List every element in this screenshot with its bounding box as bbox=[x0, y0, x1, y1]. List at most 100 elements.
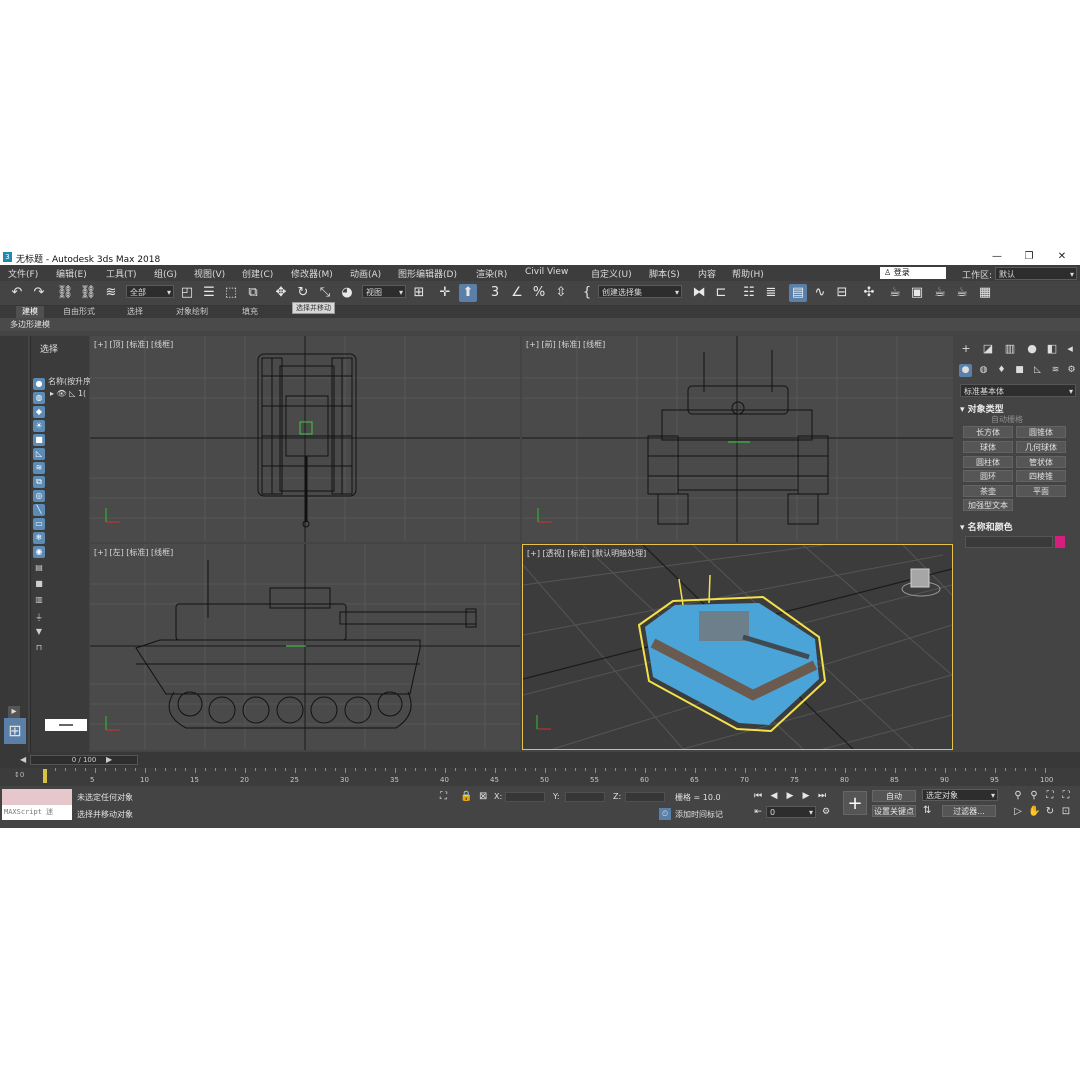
named-selection-dropdown[interactable]: 创建选择集 bbox=[598, 285, 682, 299]
geometry-icon[interactable]: ● bbox=[959, 364, 972, 377]
render-setup-icon[interactable]: ☕ bbox=[886, 284, 904, 302]
scene-explorer-toggle-icon[interactable]: ☷ bbox=[740, 284, 758, 302]
viewport-front-label[interactable]: [+] [前] [标准] [线框] bbox=[526, 339, 605, 350]
display-helpers-icon[interactable]: ◺ bbox=[33, 448, 45, 460]
key-filters-button[interactable]: 过滤器... bbox=[942, 805, 996, 817]
menu-animation[interactable]: 动画(A) bbox=[350, 267, 381, 280]
bind-space-warp-icon[interactable]: ≋ bbox=[102, 284, 120, 302]
auto-key-button[interactable]: 自动 bbox=[872, 790, 916, 802]
menu-content[interactable]: 内容 bbox=[698, 267, 716, 280]
login-dropdown[interactable]: ♙ 登录 bbox=[880, 267, 946, 279]
selected-objects-dropdown[interactable]: 选定对象 bbox=[922, 789, 998, 801]
display-shapes-icon[interactable]: ◆ bbox=[33, 406, 45, 418]
teapot-button[interactable]: 茶壶 bbox=[963, 485, 1013, 497]
link-icon[interactable]: ⛓ bbox=[56, 284, 74, 302]
viewport-perspective[interactable]: [+] [透视] [标准] [默认明暗处理] bbox=[522, 544, 953, 750]
object-name-field[interactable] bbox=[965, 536, 1053, 548]
edit-named-selection-icon[interactable]: { bbox=[578, 284, 596, 302]
menu-graph-editors[interactable]: 图形编辑器(D) bbox=[398, 267, 457, 280]
menu-rendering[interactable]: 渲染(R) bbox=[476, 267, 507, 280]
scene-row[interactable]: ▸ 👁 ◺ 1( bbox=[50, 389, 86, 398]
geosphere-button[interactable]: 几何球体 bbox=[1016, 441, 1066, 453]
display-all-icon[interactable]: ■ bbox=[33, 578, 45, 590]
display-geometry-icon[interactable]: ◍ bbox=[33, 392, 45, 404]
snaps-toggle-icon[interactable]: 3 bbox=[486, 284, 504, 302]
name-color-rollout[interactable]: ▾ 名称和颜色 bbox=[960, 520, 1076, 533]
viewport-top-label[interactable]: [+] [顶] [标准] [线框] bbox=[94, 339, 173, 350]
create-tab-icon[interactable]: + bbox=[959, 342, 973, 356]
menu-views[interactable]: 视图(V) bbox=[194, 267, 225, 280]
lock-icon[interactable]: 🔒 bbox=[460, 791, 472, 802]
orbit-icon[interactable]: ↻ bbox=[1044, 806, 1056, 818]
frame-spinner[interactable]: 0 bbox=[766, 806, 816, 818]
lights-icon[interactable]: ♦ bbox=[995, 364, 1008, 377]
funnel-icon[interactable]: ▼ bbox=[33, 626, 45, 638]
select-object-icon[interactable]: ◰ bbox=[178, 284, 196, 302]
goto-start-icon[interactable]: ⏮ bbox=[752, 790, 764, 802]
undo-icon[interactable]: ↶ bbox=[8, 284, 26, 302]
percent-snap-icon[interactable]: % bbox=[530, 284, 548, 302]
time-marker[interactable] bbox=[43, 769, 47, 783]
tab-populate[interactable]: 填充 bbox=[242, 306, 258, 318]
filter-icon[interactable]: ⏚ bbox=[33, 612, 45, 624]
next-frame-icon[interactable]: ▶ bbox=[800, 790, 812, 802]
box-button[interactable]: 长方体 bbox=[963, 426, 1013, 438]
isolate-icon[interactable]: ⛶ bbox=[440, 791, 447, 802]
viewport-layout-icon[interactable]: ⊞ bbox=[4, 718, 26, 744]
a360-render-icon[interactable]: ▦ bbox=[976, 284, 994, 302]
fov-icon[interactable]: ▷ bbox=[1012, 806, 1024, 818]
select-and-scale-icon[interactable]: ⤡ bbox=[316, 284, 334, 302]
menu-modifiers[interactable]: 修改器(M) bbox=[291, 267, 333, 280]
tab-freeform[interactable]: 自由形式 bbox=[63, 306, 95, 318]
y-coord-field[interactable] bbox=[565, 792, 605, 802]
selection-set-field[interactable] bbox=[45, 719, 87, 731]
set-key-button[interactable]: 设置关键点 bbox=[872, 805, 916, 817]
add-time-tag-button[interactable]: 添加时间标记 bbox=[675, 809, 723, 820]
key-filter-icon[interactable]: ⇅ bbox=[923, 805, 931, 816]
align-icon[interactable]: ⊏ bbox=[712, 284, 730, 302]
absolute-mode-icon[interactable]: ⊠ bbox=[479, 791, 487, 802]
menu-civil-view[interactable]: Civil View bbox=[525, 267, 568, 277]
plane-button[interactable]: 平面 bbox=[1016, 485, 1066, 497]
display-frozen-icon[interactable]: ▤ bbox=[33, 562, 45, 574]
ribbon-toggle-icon[interactable]: ▤ bbox=[789, 284, 807, 302]
viewport-top[interactable]: [+] [顶] [标准] [线框] bbox=[90, 336, 520, 542]
keyboard-shortcut-override-icon[interactable]: ⬆ bbox=[459, 284, 477, 302]
cone-button[interactable]: 圆锥体 bbox=[1016, 426, 1066, 438]
maxscript-mini-listener[interactable]: MAXScript 迷 bbox=[2, 805, 72, 820]
helpers-icon[interactable]: ◺ bbox=[1031, 364, 1044, 377]
track-bar[interactable]: ↕0 5 10 15 20 25 30 35 40 45 50 55 60 65 70 75 80 85 90 95… bbox=[0, 768, 1080, 786]
utilities-tab-icon[interactable]: ◂ bbox=[1063, 342, 1077, 356]
z-coord-field[interactable] bbox=[625, 792, 665, 802]
modify-tab-icon[interactable]: ◪ bbox=[981, 342, 995, 356]
redo-icon[interactable]: ↷ bbox=[30, 284, 48, 302]
zoom-extents-all-icon[interactable]: ⛶ bbox=[1060, 790, 1072, 802]
workspace-dropdown[interactable]: 默认 bbox=[995, 267, 1077, 281]
tab-selection[interactable]: 选择 bbox=[127, 306, 143, 318]
goto-end-icon[interactable]: ⏭ bbox=[816, 790, 828, 802]
cameras-icon[interactable]: ■ bbox=[1013, 364, 1026, 377]
viewport-left-label[interactable]: [+] [左] [标准] [线框] bbox=[94, 547, 173, 558]
sphere-button[interactable]: 球体 bbox=[963, 441, 1013, 453]
key-mode-icon[interactable]: ⇤ bbox=[752, 806, 764, 818]
viewport-persp-label[interactable]: [+] [透视] [标准] [默认明暗处理] bbox=[527, 548, 646, 559]
curve-editor-icon[interactable]: ∿ bbox=[811, 284, 829, 302]
object-color-swatch[interactable] bbox=[1055, 536, 1065, 548]
zoom-all-icon[interactable]: ⚲ bbox=[1028, 790, 1040, 802]
expand-icon[interactable]: ▸ bbox=[8, 706, 20, 718]
polygon-modeling-label[interactable]: 多边形建模 bbox=[10, 319, 50, 330]
viewport-left[interactable]: [+] [左] [标准] [线框] bbox=[90, 544, 520, 750]
viewport-front[interactable]: [+] [前] [标准] [线框] bbox=[522, 336, 953, 542]
slider-next-icon[interactable]: ▶ bbox=[106, 755, 112, 764]
angle-snap-icon[interactable]: ∠ bbox=[508, 284, 526, 302]
display-lights-icon[interactable]: ☀ bbox=[33, 420, 45, 432]
select-and-move-icon[interactable]: ✥ bbox=[272, 284, 290, 302]
set-key-plus-icon[interactable]: + bbox=[843, 791, 867, 815]
cylinder-button[interactable]: 圆柱体 bbox=[963, 456, 1013, 468]
systems-icon[interactable]: ⚙ bbox=[1065, 364, 1078, 377]
display-containers-icon[interactable]: ▭ bbox=[33, 518, 45, 530]
spinner-snap-icon[interactable]: ⇳ bbox=[552, 284, 570, 302]
minimize-button[interactable]: — bbox=[982, 250, 1012, 265]
tab-object-paint[interactable]: 对象绘制 bbox=[176, 306, 208, 318]
hierarchy-tab-icon[interactable]: ▥ bbox=[1003, 342, 1017, 356]
